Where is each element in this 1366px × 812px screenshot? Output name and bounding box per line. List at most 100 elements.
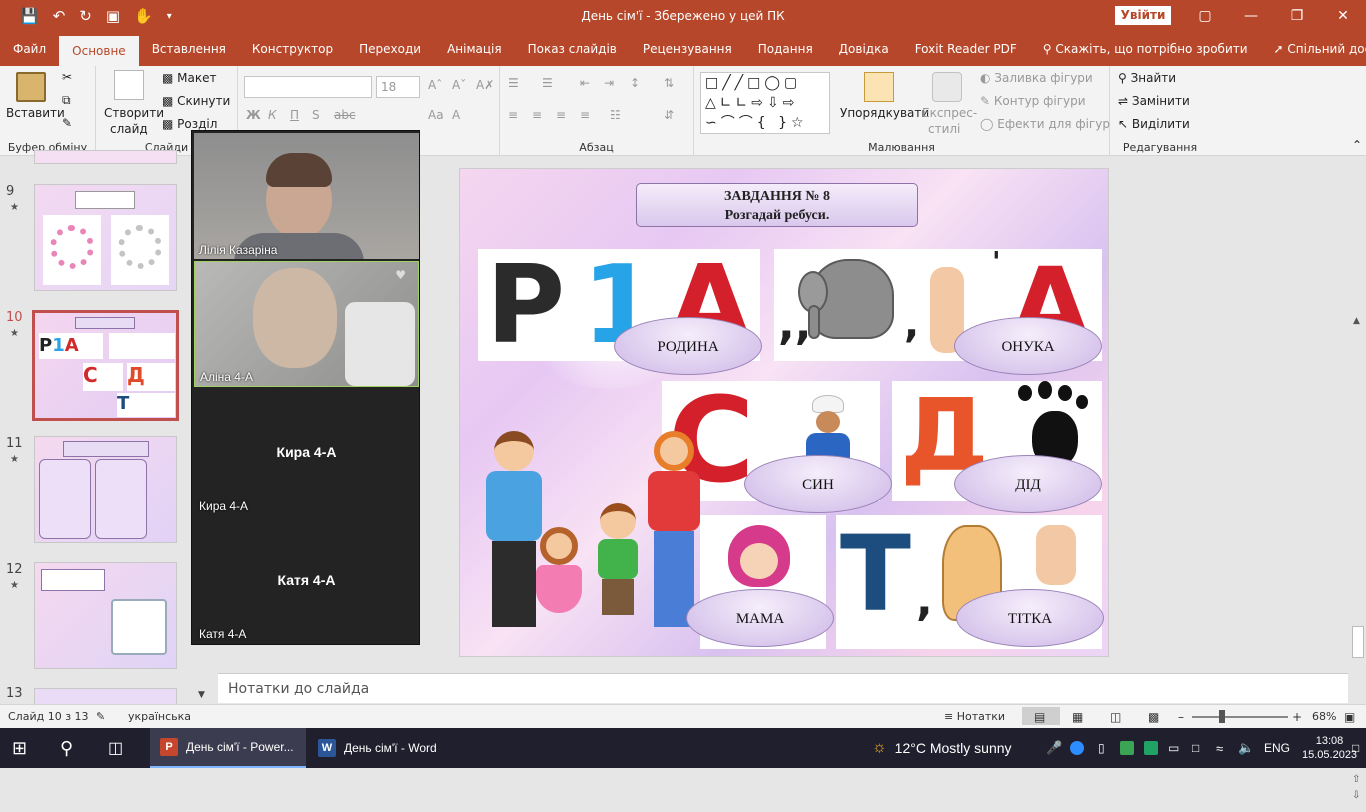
increase-indent-icon[interactable]: ⇥ — [604, 76, 614, 90]
new-slide-icon[interactable] — [114, 70, 144, 100]
section-button[interactable]: ▩ Розділ — [162, 117, 217, 131]
font-size-combo[interactable]: 18 — [376, 76, 420, 98]
sign-in-button[interactable]: Увійти — [1115, 6, 1171, 25]
grow-font-icon[interactable]: Aˆ — [428, 78, 442, 92]
shapes-gallery[interactable]: □╱╱□◯▢ △∟∟⇨⇩⇨ ∽⌒⌒{ }☆ — [700, 72, 830, 134]
microphone-icon[interactable]: 🎤 — [1046, 728, 1062, 768]
slide-thumbnail-12[interactable] — [34, 562, 177, 669]
notes-pane[interactable]: Нотатки до слайда — [218, 673, 1348, 703]
select-button[interactable]: ↖ Виділити — [1118, 117, 1190, 131]
video-tile-1[interactable]: Лілія Казаріна — [194, 133, 419, 259]
shape-outline-button[interactable]: ✎ Контур фігури — [980, 94, 1086, 108]
slide-thumbnail-8[interactable] — [34, 150, 177, 164]
shadow-button[interactable]: S — [312, 108, 320, 122]
find-button[interactable]: ⚲ Знайти — [1118, 71, 1176, 85]
slide-thumbnail-10[interactable]: P1A C Д T — [32, 310, 179, 421]
touch-mode-icon[interactable]: ✋ — [134, 7, 153, 25]
new-slide-label-1[interactable]: Створити — [104, 106, 164, 120]
cut-icon[interactable]: ✂ — [62, 70, 72, 84]
battery-icon[interactable]: ▭ — [1168, 728, 1179, 768]
line-spacing-icon[interactable]: ↕ — [630, 76, 640, 90]
start-slideshow-icon[interactable]: ▣ — [106, 7, 120, 25]
scroll-thumb[interactable] — [1352, 626, 1364, 658]
font-name-combo[interactable] — [244, 76, 372, 98]
tab-design[interactable]: Конструктор — [239, 32, 346, 66]
previous-slide-icon[interactable]: ⇧ — [1352, 774, 1360, 785]
task-view-icon[interactable]: ◫ — [108, 728, 123, 768]
answer-oval-6[interactable]: ТІТКА — [956, 589, 1104, 647]
quick-styles-label-1[interactable]: Експрес- — [922, 106, 977, 120]
usb-icon[interactable]: ▯ — [1098, 728, 1105, 768]
save-icon[interactable]: 💾 — [20, 7, 39, 25]
answer-oval-2[interactable]: ОНУКА — [954, 317, 1102, 375]
underline-button[interactable]: П — [290, 108, 299, 122]
reset-button[interactable]: ▩ Скинути — [162, 94, 230, 108]
zoom-in-icon[interactable]: + — [1292, 710, 1302, 724]
zoom-level[interactable]: 68% — [1312, 710, 1336, 723]
next-slide-icon[interactable]: ⇩ — [1352, 790, 1360, 801]
tab-review[interactable]: Рецензування — [630, 32, 745, 66]
bold-button[interactable]: Ж — [246, 108, 261, 122]
decrease-indent-icon[interactable]: ⇤ — [580, 76, 590, 90]
reading-view-icon[interactable]: ◫ — [1110, 710, 1121, 724]
arrange-button[interactable]: Упорядкувати — [840, 106, 929, 120]
clock[interactable]: 13:08 15.05.2023 — [1302, 728, 1357, 768]
security-icon[interactable] — [1144, 728, 1158, 768]
minimize-icon[interactable]: — — [1228, 0, 1274, 32]
zoom-tray-icon[interactable] — [1070, 728, 1084, 768]
tab-home[interactable]: Основне — [59, 36, 139, 66]
customize-qat-icon[interactable]: ▾ — [167, 11, 172, 22]
search-icon[interactable]: ⚲ — [60, 728, 73, 768]
weather-widget[interactable]: ☼ 12°C Mostly sunny — [872, 728, 1012, 768]
zoom-out-icon[interactable]: – — [1178, 710, 1184, 724]
copy-icon[interactable]: ⧉ — [62, 93, 71, 108]
text-direction-icon[interactable]: ⇅ — [664, 76, 674, 90]
columns-icon[interactable]: ☷ — [610, 108, 621, 122]
notes-toggle-button[interactable]: ≡ Нотатки — [944, 710, 1005, 723]
taskbar-word[interactable]: W День сім'ї - Word — [310, 728, 470, 768]
language-indicator[interactable]: українська — [128, 710, 191, 723]
align-center-icon[interactable]: ≡ — [532, 108, 542, 122]
new-slide-label-2[interactable]: слайд — [110, 122, 148, 136]
slide-sorter-icon[interactable]: ▦ — [1072, 710, 1083, 724]
tab-transitions[interactable]: Переходи — [346, 32, 434, 66]
video-tile-4[interactable]: Катя 4-А Катя 4-А — [194, 517, 419, 643]
slide-thumbnail-9[interactable] — [34, 184, 177, 291]
change-case-icon[interactable]: Aa — [428, 108, 444, 122]
tab-foxit[interactable]: Foxit Reader PDF — [902, 32, 1030, 66]
answer-oval-4[interactable]: ДІД — [954, 455, 1102, 513]
align-left-icon[interactable]: ≡ — [508, 108, 518, 122]
align-text-icon[interactable]: ⇵ — [664, 108, 674, 122]
font-color-icon[interactable]: A — [452, 108, 460, 122]
shape-fill-button[interactable]: ◐ Заливка фігури — [980, 71, 1093, 85]
answer-oval-3[interactable]: СИН — [744, 455, 892, 513]
layout-button[interactable]: ▩ Макет — [162, 71, 216, 85]
notifications-icon[interactable]: □ — [1352, 728, 1359, 768]
windows-start-icon[interactable]: ⊞ — [12, 728, 27, 768]
volume-icon[interactable]: 🔈 — [1238, 728, 1254, 768]
quick-styles-icon[interactable] — [932, 72, 962, 102]
bullets-icon[interactable]: ☰ — [508, 76, 519, 90]
redo-icon[interactable]: ↻ — [79, 7, 92, 25]
tab-view[interactable]: Подання — [745, 32, 826, 66]
italic-button[interactable]: К — [268, 108, 277, 122]
align-right-icon[interactable]: ≡ — [556, 108, 566, 122]
video-tile-3[interactable]: Кира 4-А Кира 4-А — [194, 389, 419, 515]
taskbar-powerpoint[interactable]: P День сім'ї - Power... — [150, 728, 306, 768]
tab-help[interactable]: Довідка — [826, 32, 902, 66]
format-painter-icon[interactable]: ✎ — [62, 116, 72, 130]
undo-icon[interactable]: ↶ — [53, 7, 66, 25]
zoom-slider-thumb[interactable] — [1219, 710, 1225, 723]
ribbon-display-icon[interactable]: ▢ — [1182, 0, 1228, 32]
paste-icon[interactable] — [16, 72, 46, 102]
replace-button[interactable]: ⇌ Замінити — [1118, 94, 1190, 108]
close-icon[interactable]: ✕ — [1320, 0, 1366, 32]
zoom-slider[interactable] — [1192, 716, 1288, 718]
tab-animations[interactable]: Анімація — [434, 32, 515, 66]
collapse-ribbon-icon[interactable]: ⌃ — [1352, 138, 1362, 152]
justify-icon[interactable]: ≡ — [580, 108, 590, 122]
strikethrough-button[interactable]: abc — [334, 108, 356, 122]
shape-effects-button[interactable]: ◯ Ефекти для фігур — [980, 117, 1110, 131]
input-language[interactable]: ENG — [1264, 728, 1290, 768]
fit-to-window-icon[interactable]: ▣ — [1344, 710, 1355, 724]
